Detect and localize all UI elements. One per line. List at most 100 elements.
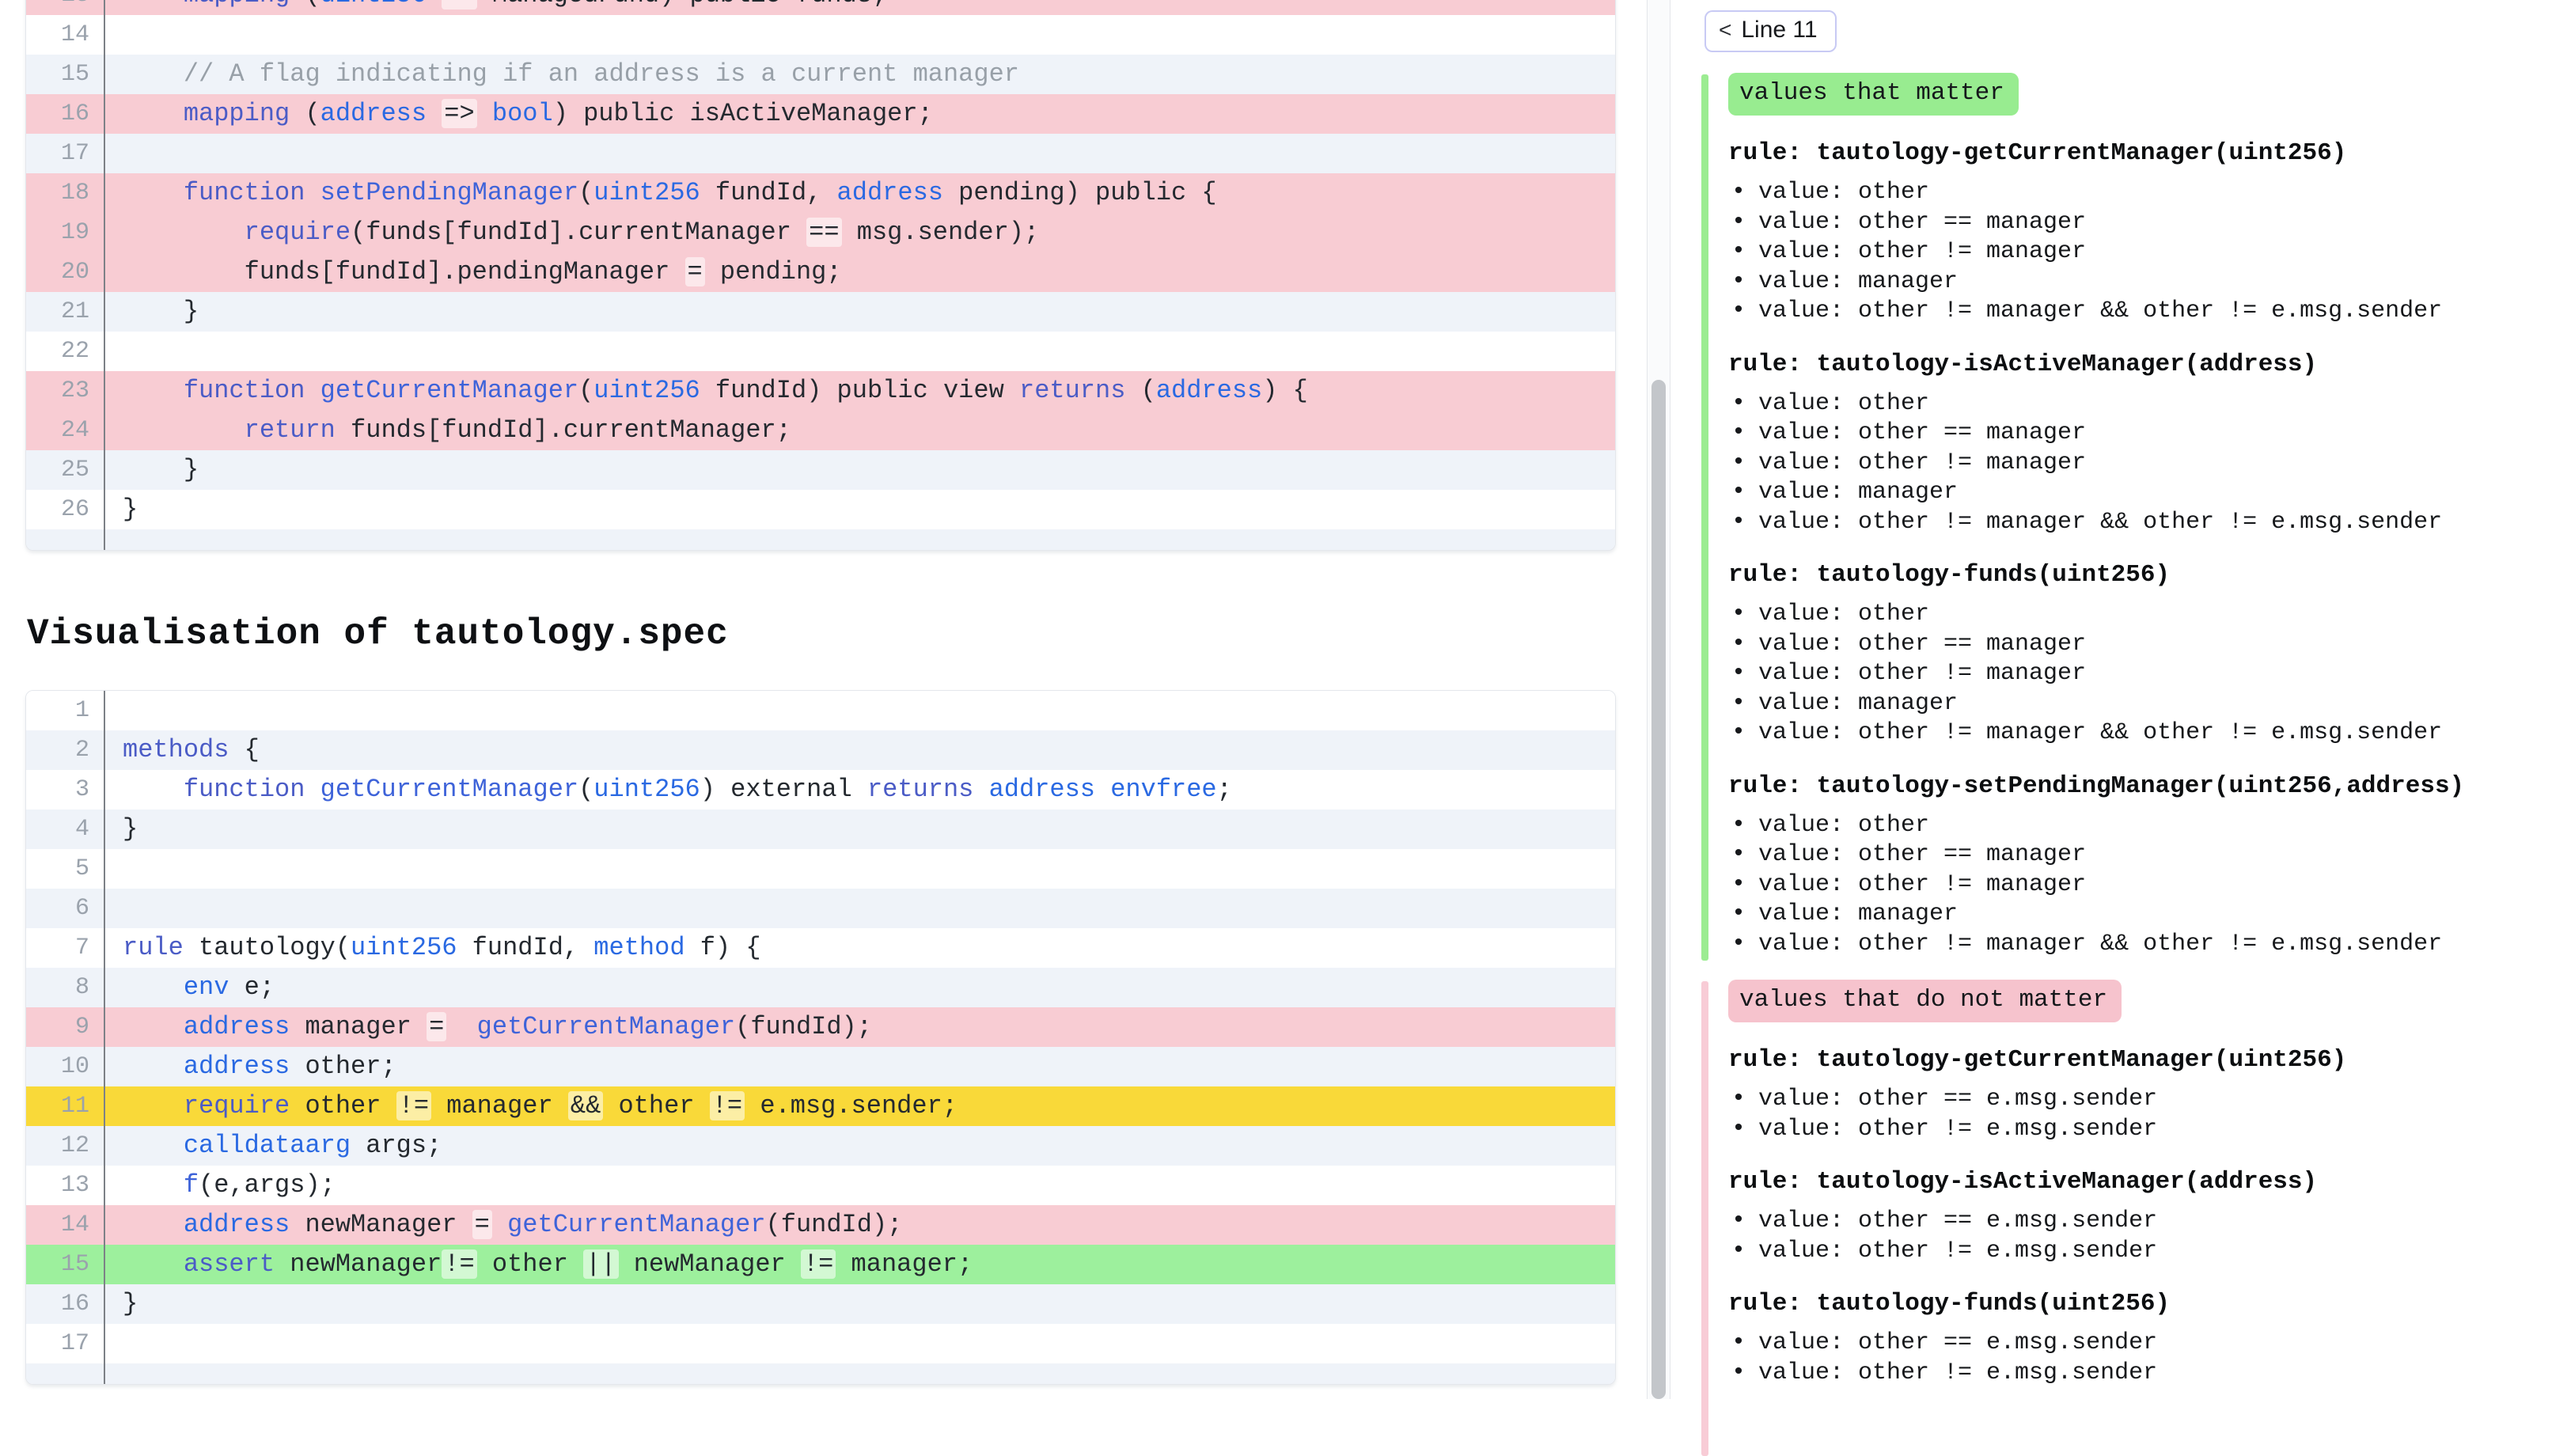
code-line: 13 f(e,args);: [26, 1166, 1615, 1205]
code-text: [105, 1324, 1615, 1363]
code-text: // A flag indicating if an address is a …: [105, 55, 1615, 94]
value-item: value: manager: [1728, 267, 2548, 298]
highlighted-operator: !=: [396, 1091, 431, 1120]
code-text: }: [105, 292, 1615, 332]
value-list: value: othervalue: other == managervalue…: [1728, 600, 2548, 749]
code-line: 1: [26, 691, 1615, 730]
value-item: value: other == e.msg.sender: [1728, 1085, 2548, 1115]
rule-heading: rule: tautology-setPendingManager(uint25…: [1728, 772, 2548, 800]
code-text: address other;: [105, 1047, 1615, 1086]
value-item: value: other != manager: [1728, 659, 2548, 689]
back-to-line-button[interactable]: < Line 11: [1705, 10, 1837, 52]
code-text: funds[fundId].pendingManager = pending;: [105, 252, 1615, 292]
value-item: value: manager: [1728, 900, 2548, 930]
code-line: 21 }: [26, 292, 1615, 332]
values-that-do-not-matter-section: values that do not matter rule: tautology…: [1701, 980, 2548, 1388]
line-number: 6: [26, 889, 105, 928]
code-text: }: [105, 490, 1615, 529]
highlighted-operator: !=: [801, 1249, 836, 1279]
values-that-matter-section: values that matterrule: tautology-getCur…: [1701, 73, 2548, 959]
code-line: 4}: [26, 810, 1615, 849]
value-list: value: othervalue: other == managervalue…: [1728, 811, 2548, 960]
value-item: value: other != e.msg.sender: [1728, 1359, 2548, 1389]
code-text: address newManager = getCurrentManager(f…: [105, 1205, 1615, 1245]
highlighted-operator: ==: [806, 218, 841, 247]
value-item: value: other != manager && other != e.ms…: [1728, 508, 2548, 538]
code-line: 20 funds[fundId].pendingManager = pendin…: [26, 252, 1615, 292]
code-text: f(e,args);: [105, 1166, 1615, 1205]
code-line: 26}: [26, 490, 1615, 529]
value-item: value: other == e.msg.sender: [1728, 1329, 2548, 1359]
value-item: value: other != manager: [1728, 237, 2548, 267]
line-number: 5: [26, 849, 105, 889]
code-text: [105, 15, 1615, 55]
value-item: value: other != manager && other != e.ms…: [1728, 930, 2548, 960]
value-item: value: other == e.msg.sender: [1728, 1207, 2548, 1237]
value-list: value: other == e.msg.sendervalue: other…: [1728, 1085, 2548, 1144]
partial-code-line: [26, 529, 1615, 550]
highlighted-operator: =: [472, 1210, 492, 1239]
code-line: 6: [26, 889, 1615, 928]
value-item: value: other: [1728, 178, 2548, 208]
code-line: 2methods {: [26, 730, 1615, 770]
scrollbar-thumb[interactable]: [1651, 380, 1666, 1399]
code-text: function setPendingManager(uint256 fundI…: [105, 173, 1615, 213]
left-pane-scrollbar[interactable]: [1647, 0, 1670, 1399]
rule-heading: rule: tautology-isActiveManager(address): [1728, 351, 2548, 378]
details-panel: < Line 11 values that matterrule: tautol…: [1701, 0, 2548, 1388]
line-number: [26, 529, 105, 550]
line-number: 9: [26, 1007, 105, 1047]
line-number: 15: [26, 55, 105, 94]
line-number: [26, 1363, 105, 1384]
code-line: 17: [26, 134, 1615, 173]
line-number: 24: [26, 411, 105, 450]
code-text: [105, 134, 1615, 173]
rule-heading: rule: tautology-getCurrentManager(uint25…: [1728, 139, 2548, 167]
code-line: 15 assert newManager!= other || newManag…: [26, 1245, 1615, 1284]
code-line: 24 return funds[fundId].currentManager;: [26, 411, 1615, 450]
code-text: rule tautology(uint256 fundId, method f)…: [105, 928, 1615, 968]
code-pane: 13 mapping (uint256 => ManagedFund) publ…: [25, 0, 1616, 1385]
line-number: 18: [26, 173, 105, 213]
value-item: value: manager: [1728, 478, 2548, 508]
line-number: 23: [26, 371, 105, 411]
section-title-badge: values that do not matter: [1728, 980, 2122, 1022]
line-number: 2: [26, 730, 105, 770]
code-line: 5: [26, 849, 1615, 889]
code-text: calldataarg args;: [105, 1126, 1615, 1166]
contract-code-block: 13 mapping (uint256 => ManagedFund) publ…: [25, 0, 1616, 551]
line-number: 13: [26, 0, 105, 15]
code-text: }: [105, 810, 1615, 849]
line-number: 14: [26, 15, 105, 55]
code-text: address manager = getCurrentManager(fund…: [105, 1007, 1615, 1047]
partial-code-line: [26, 1363, 1615, 1384]
value-item: value: other == manager: [1728, 630, 2548, 660]
code-line: 18 function setPendingManager(uint256 fu…: [26, 173, 1615, 213]
rule-heading: rule: tautology-isActiveManager(address): [1728, 1168, 2548, 1196]
code-text: }: [105, 1284, 1615, 1324]
line-number: 16: [26, 94, 105, 134]
value-item: value: other: [1728, 600, 2548, 630]
code-text: [105, 889, 1615, 928]
highlighted-operator: =: [685, 257, 705, 286]
line-number: 3: [26, 770, 105, 810]
code-text: [105, 691, 1615, 730]
section-accent-bar: [1701, 981, 1708, 1456]
line-number: 26: [26, 490, 105, 529]
line-number: 7: [26, 928, 105, 968]
spec-code-block: 12methods {3 function getCurrentManager(…: [25, 690, 1616, 1385]
line-number: 4: [26, 810, 105, 849]
code-text: assert newManager!= other || newManager …: [105, 1245, 1615, 1284]
section-accent-bar: [1701, 74, 1708, 961]
value-item: value: other != manager: [1728, 449, 2548, 479]
code-line: 19 require(funds[fundId].currentManager …: [26, 213, 1615, 252]
line-number: 17: [26, 1324, 105, 1363]
code-line: 11 require other != manager && other != …: [26, 1086, 1615, 1126]
code-line: 14 address newManager = getCurrentManage…: [26, 1205, 1615, 1245]
line-number: 21: [26, 292, 105, 332]
line-number: 15: [26, 1245, 105, 1284]
code-line: 17: [26, 1324, 1615, 1363]
value-item: value: other != manager && other != e.ms…: [1728, 297, 2548, 327]
code-text: [105, 849, 1615, 889]
code-text: function getCurrentManager(uint256) exte…: [105, 770, 1615, 810]
